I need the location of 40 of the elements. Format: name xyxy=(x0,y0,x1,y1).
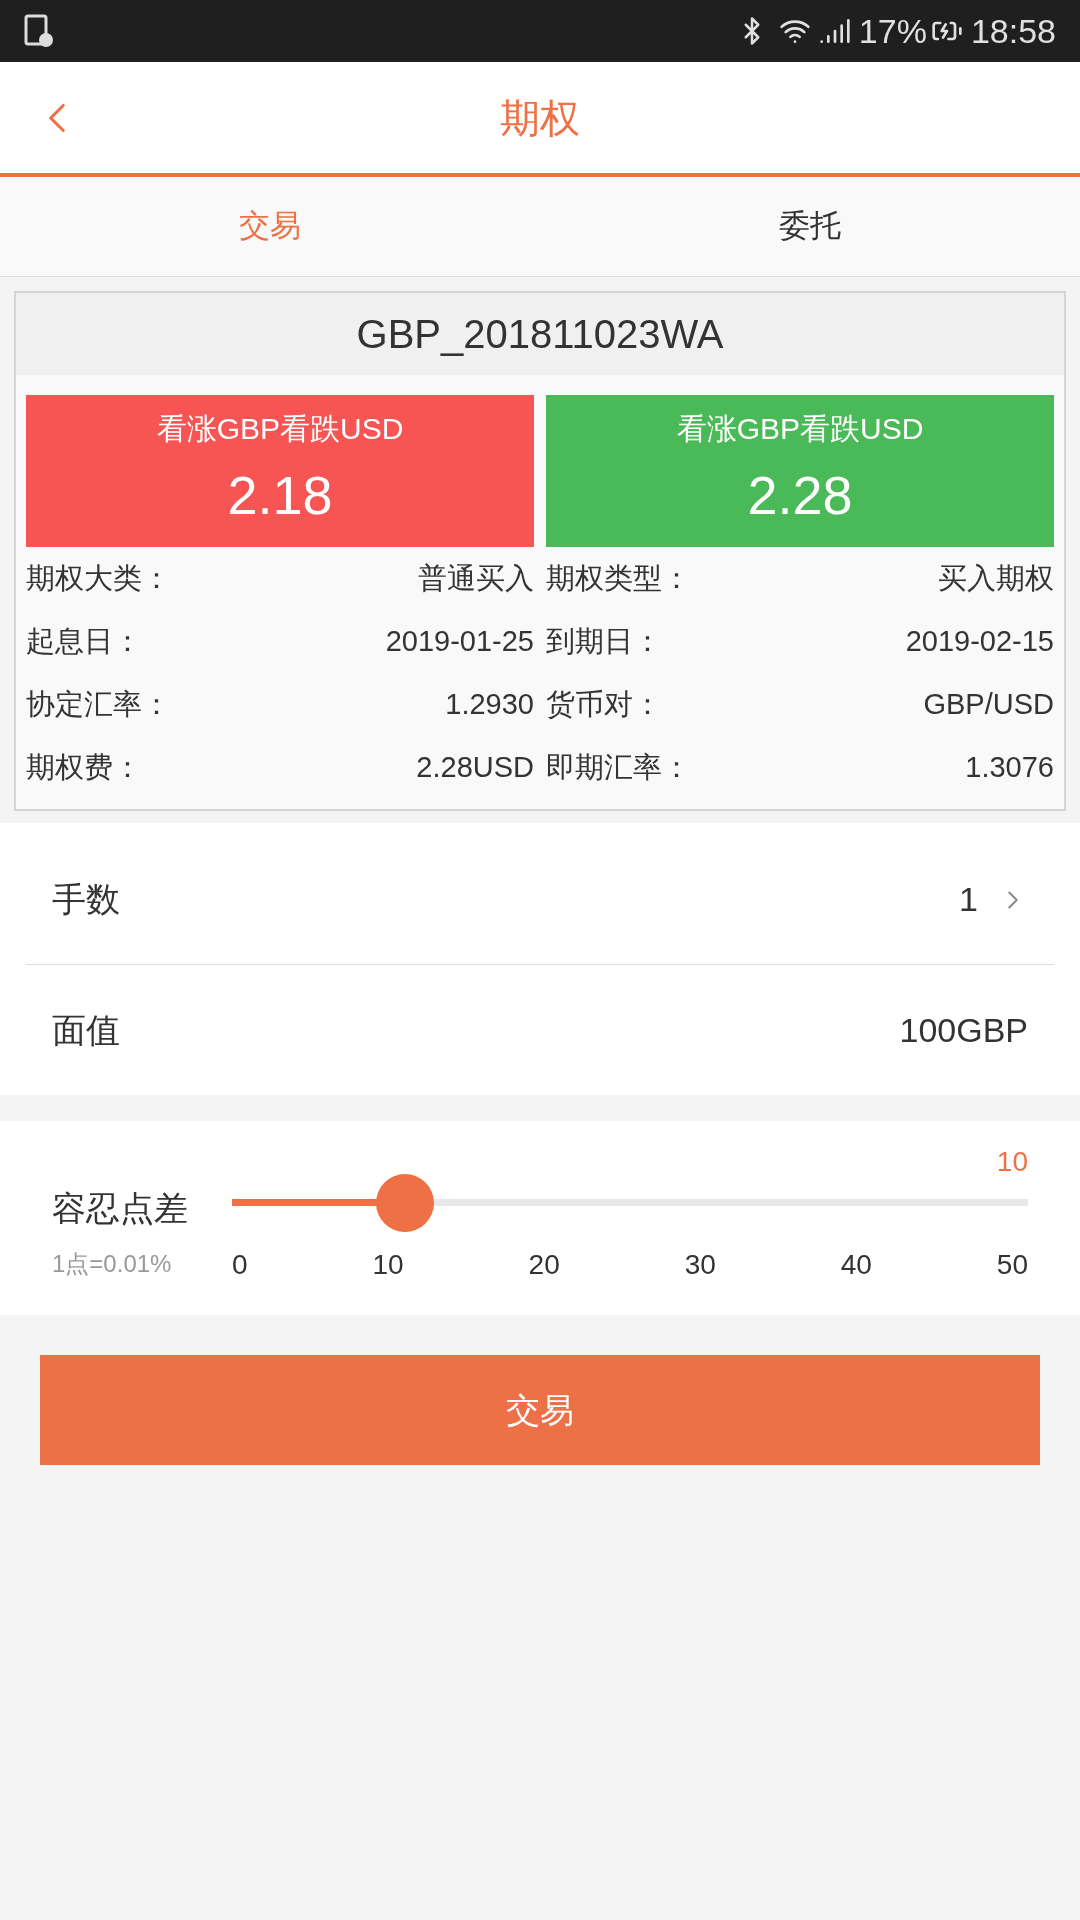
trade-button[interactable]: 交易 xyxy=(40,1355,1040,1465)
detail-value: 买入期权 xyxy=(938,560,1054,596)
lots-value: 1 xyxy=(959,879,978,920)
lots-row[interactable]: 手数 1 xyxy=(26,835,1054,965)
face-value: 100GBP xyxy=(899,1009,1028,1051)
lots-label: 手数 xyxy=(52,879,120,920)
detail-value: 2019-02-15 xyxy=(905,623,1054,659)
detail-label: 期权大类： xyxy=(26,560,171,596)
tick-label: 50 xyxy=(996,1248,1028,1282)
face-value-label: 面值 xyxy=(52,1009,120,1051)
tick-label: 20 xyxy=(528,1248,560,1282)
tolerance-label: 容忍点差 xyxy=(52,1188,189,1229)
detail-value: 1.2930 xyxy=(445,686,534,722)
quote-button[interactable]: 看涨GBP看跌USD 2.28 xyxy=(546,395,1054,547)
detail-value: 2.28USD xyxy=(416,749,534,785)
tab[interactable]: 交易 xyxy=(223,195,317,258)
detail-label: 货币对： xyxy=(546,686,662,722)
page-title: 期权 xyxy=(500,94,580,142)
detail-label: 即期汇率： xyxy=(546,749,691,785)
detail-label: 期权费： xyxy=(26,749,142,785)
detail-value: 1.3076 xyxy=(965,749,1054,785)
detail-value: GBP/USD xyxy=(923,686,1054,722)
clock: 18:58 xyxy=(970,10,1056,52)
detail-label: 到期日： xyxy=(546,623,662,659)
tick-label: 10 xyxy=(372,1248,404,1282)
detail-label: 协定汇率： xyxy=(26,686,171,722)
tick-label: 40 xyxy=(840,1248,872,1282)
contract-code: GBP_201811023WA xyxy=(16,293,1064,375)
tick-label: 30 xyxy=(684,1248,716,1282)
tab[interactable]: 委托 xyxy=(763,195,857,258)
detail-value: 2019-01-25 xyxy=(385,623,534,659)
slider-reading: 10 xyxy=(996,1145,1028,1179)
battery-percent: 17% xyxy=(858,10,927,52)
screenshot-icon xyxy=(24,14,54,48)
detail-label: 期权类型： xyxy=(546,560,691,596)
tolerance-hint: 1点=0.01% xyxy=(52,1249,173,1279)
quote-button[interactable]: 看涨GBP看跌USD 2.18 xyxy=(26,395,534,547)
detail-value: 普通买入 xyxy=(418,560,534,596)
detail-label: 起息日： xyxy=(26,623,142,659)
tick-label: 0 xyxy=(232,1248,248,1282)
